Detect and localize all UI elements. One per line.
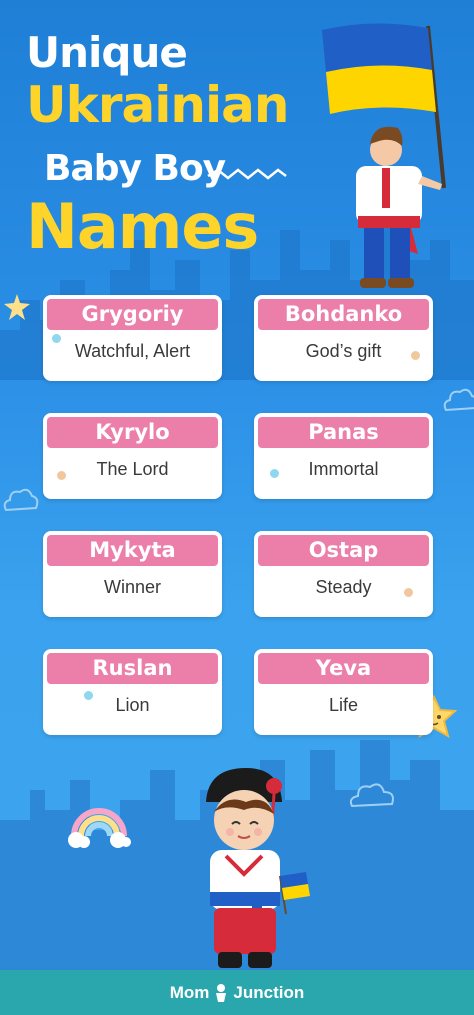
boy-with-flag-illustration — [322, 23, 446, 288]
cloud-icon — [349, 783, 394, 808]
name-card-ruslan: Ruslan Lion — [43, 649, 222, 735]
name-meaning: Watchful, Alert — [74, 341, 191, 361]
name-card-mykyta: Mykyta Winner — [43, 531, 222, 617]
name-card-grygoriy: Grygoriy Watchful, Alert — [43, 295, 222, 381]
name-tag: Bohdanko — [258, 299, 429, 330]
title-line-4: Names — [26, 190, 259, 263]
cloud-icon — [443, 388, 474, 412]
name-meaning: God’s gift — [305, 341, 382, 361]
title-line-1: Unique — [26, 28, 188, 77]
title-line-3: Baby Boy — [44, 148, 226, 189]
name-tag: Yeva — [258, 653, 429, 684]
name-tag: Panas — [258, 417, 429, 448]
name-tag: Grygoriy — [47, 299, 218, 330]
name-card-bohdanko: Bohdanko God’s gift — [254, 295, 433, 381]
name-card-yeva: Yeva Life — [254, 649, 433, 735]
name-tag: Kyrylo — [47, 417, 218, 448]
name-meaning: Immortal — [308, 459, 379, 479]
name-card-ostap: Ostap Steady — [254, 531, 433, 617]
name-meaning: Steady — [315, 577, 372, 597]
name-meaning: Lion — [115, 695, 150, 715]
squiggle-decoration — [207, 168, 287, 180]
name-tag: Ostap — [258, 535, 429, 566]
boy-in-traditional-costume-illustration — [206, 768, 310, 968]
name-tag: Mykyta — [47, 535, 218, 566]
cloud-icon — [3, 488, 39, 512]
name-card-kyrylo: Kyrylo The Lord — [43, 413, 222, 499]
title-line-2: Ukrainian — [26, 76, 289, 134]
name-tag: Ruslan — [47, 653, 218, 684]
name-meaning: The Lord — [96, 459, 169, 479]
ukraine-flag-icon — [322, 23, 432, 72]
name-card-panas: Panas Immortal — [254, 413, 433, 499]
brand-name-right: Junction — [233, 982, 305, 1002]
footer-bar: Mom Junction — [0, 970, 474, 1015]
momjunction-logo-icon — [216, 983, 227, 1002]
star-icon — [4, 294, 30, 320]
rainbow-icon — [68, 808, 131, 848]
brand-name-left: Mom — [169, 982, 210, 1002]
name-meaning: Life — [328, 695, 359, 715]
name-meaning: Winner — [103, 577, 161, 597]
